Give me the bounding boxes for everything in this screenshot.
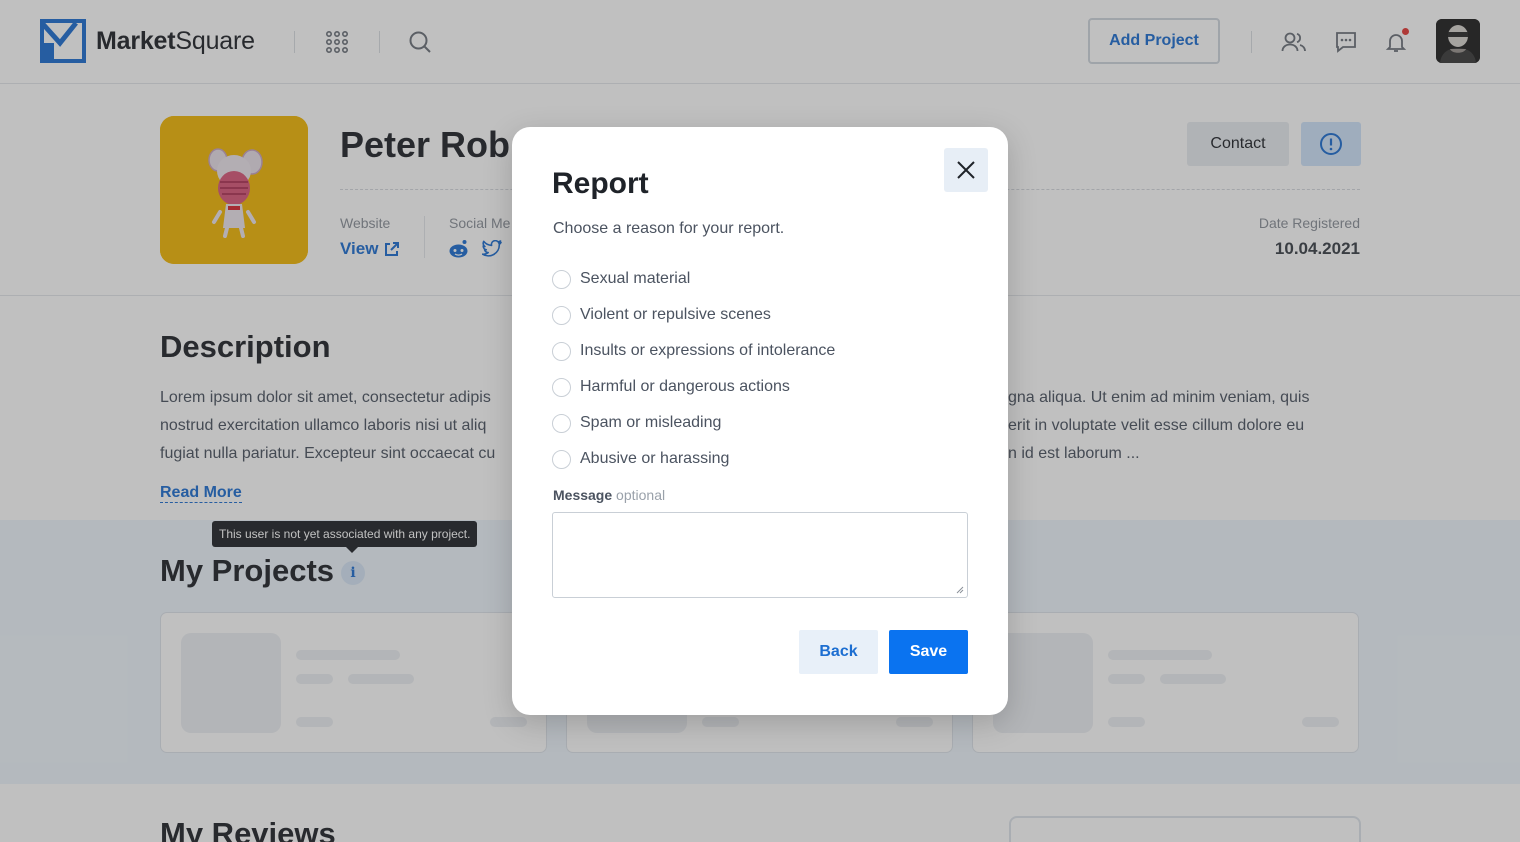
report-modal: Report Choose a reason for your report. …	[512, 127, 1008, 715]
reason-option[interactable]: Abusive or harassing	[552, 441, 835, 477]
reason-option[interactable]: Sexual material	[552, 261, 835, 297]
reason-label: Abusive or harassing	[580, 450, 730, 467]
reason-list: Sexual material Violent or repulsive sce…	[552, 261, 835, 477]
radio-button[interactable]	[552, 269, 571, 289]
reason-label: Sexual material	[580, 270, 691, 287]
radio-button[interactable]	[552, 449, 571, 469]
reason-option[interactable]: Spam or misleading	[552, 405, 835, 441]
message-label: Message optional	[553, 487, 666, 503]
resize-handle-icon[interactable]	[954, 584, 964, 594]
reason-option[interactable]: Insults or expressions of intolerance	[552, 333, 835, 369]
close-icon	[957, 161, 975, 179]
radio-button[interactable]	[552, 305, 571, 325]
modal-title: Report	[552, 167, 649, 200]
save-button[interactable]: Save	[889, 630, 968, 674]
modal-subtitle: Choose a reason for your report.	[553, 220, 785, 237]
reason-label: Spam or misleading	[580, 414, 722, 431]
reason-label: Harmful or dangerous actions	[580, 378, 790, 395]
radio-button[interactable]	[552, 377, 571, 397]
radio-button[interactable]	[552, 341, 571, 361]
reason-label: Insults or expressions of intolerance	[580, 342, 836, 359]
radio-button[interactable]	[552, 413, 571, 433]
reason-option[interactable]: Harmful or dangerous actions	[552, 369, 835, 405]
reason-label: Violent or repulsive scenes	[580, 306, 771, 323]
message-textarea[interactable]	[552, 512, 968, 598]
back-button[interactable]: Back	[799, 630, 878, 674]
reason-option[interactable]: Violent or repulsive scenes	[552, 297, 835, 333]
close-button[interactable]	[944, 148, 988, 192]
